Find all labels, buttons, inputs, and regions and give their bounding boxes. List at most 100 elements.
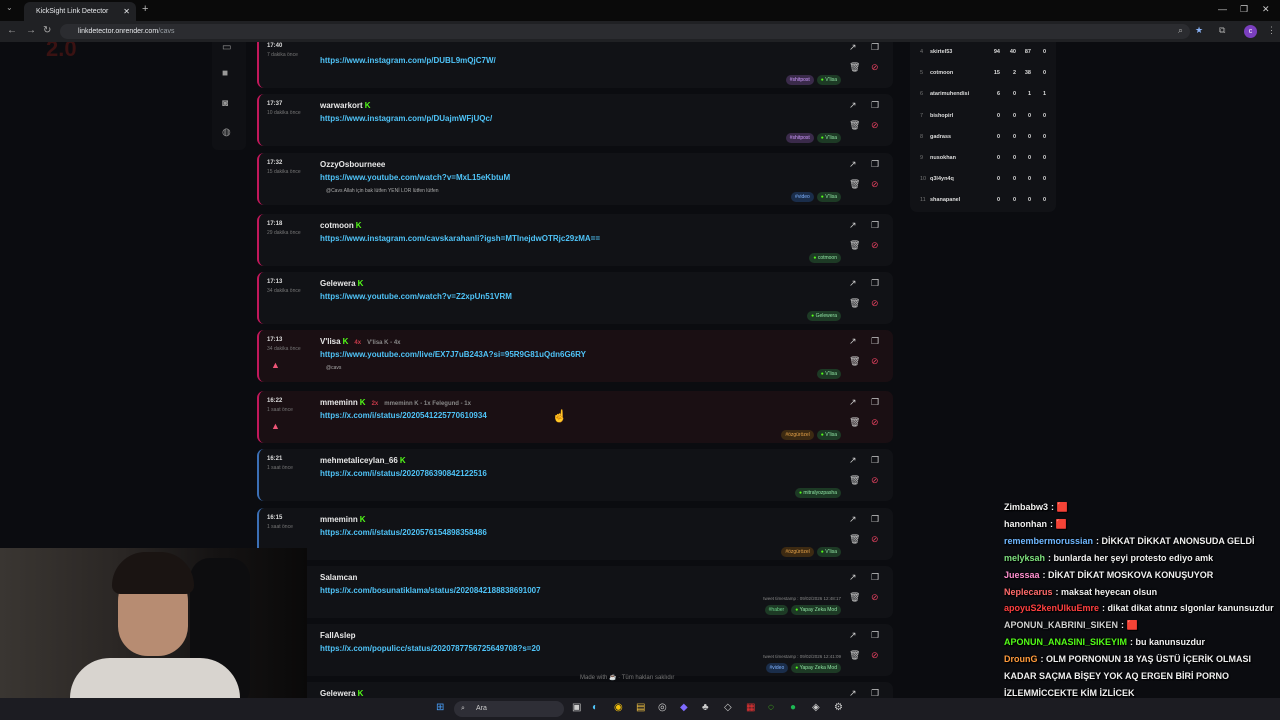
shared-link[interactable]: https://x.com/i/status/20205761548983584… <box>320 528 487 537</box>
card-username[interactable]: Salamcan <box>320 573 357 582</box>
copy-icon[interactable]: ❐ <box>871 336 879 347</box>
forward-icon[interactable]: → <box>26 25 36 36</box>
card-username[interactable]: warwarkort K <box>320 101 370 110</box>
taskbar-search[interactable]: ⌕ Ara <box>454 701 564 717</box>
discord-icon[interactable]: ◆ <box>680 702 688 713</box>
block-icon[interactable]: ⊘ <box>871 298 879 309</box>
shared-link[interactable]: https://www.youtube.com/watch?v=Z2xpUn51… <box>320 292 512 301</box>
shared-link[interactable]: https://www.youtube.com/watch?v=MxL15eKb… <box>320 173 510 182</box>
windows-icon[interactable]: ⊞ <box>436 702 444 713</box>
menu-icon[interactable]: ⋮ <box>1267 25 1276 36</box>
card-username[interactable]: FallAslep <box>320 631 356 640</box>
delete-icon[interactable]: 🗑 <box>849 534 860 545</box>
block-icon[interactable]: ⊘ <box>871 417 879 428</box>
shared-link[interactable]: https://x.com/bosunatiklama/status/20208… <box>320 586 541 595</box>
spotify-icon[interactable]: ● <box>790 702 796 713</box>
copy-icon[interactable]: ❐ <box>871 220 879 231</box>
extensions-icon[interactable]: ⧉ <box>1219 25 1225 36</box>
card-username[interactable]: cotmoon K <box>320 221 362 230</box>
edge-icon[interactable]: ◐ <box>592 702 598 713</box>
delete-icon[interactable]: 🗑 <box>849 120 860 131</box>
copy-icon[interactable]: ❐ <box>871 514 879 525</box>
delete-icon[interactable]: 🗑 <box>849 356 860 367</box>
copy-icon[interactable]: ❐ <box>871 688 879 698</box>
open-link-icon[interactable]: ↗ <box>849 336 857 347</box>
minimize-icon[interactable]: — <box>1218 4 1227 14</box>
open-link-icon[interactable]: ↗ <box>849 397 857 408</box>
open-link-icon[interactable]: ↗ <box>849 42 857 53</box>
copy-icon[interactable]: ❐ <box>871 42 879 53</box>
open-link-icon[interactable]: ↗ <box>849 688 857 698</box>
delete-icon[interactable]: 🗑 <box>849 475 860 486</box>
close-window-icon[interactable]: ✕ <box>1262 4 1270 15</box>
new-tab-button[interactable]: + <box>142 3 148 15</box>
copy-icon[interactable]: ❐ <box>871 159 879 170</box>
card-username[interactable]: mmeminn K <box>320 515 366 524</box>
shared-link[interactable]: https://x.com/populicc/status/2020787756… <box>320 644 540 653</box>
block-icon[interactable]: ⊘ <box>871 356 879 367</box>
card-username[interactable]: V'lisa K 4x V'lisa K - 4x <box>320 337 401 346</box>
card-username[interactable]: Gelewera K <box>320 279 363 288</box>
back-icon[interactable]: ← <box>7 25 17 36</box>
block-icon[interactable]: ⊘ <box>871 650 879 661</box>
shared-link[interactable]: https://www.instagram.com/p/DUBL9mQjC7W/ <box>320 56 496 65</box>
app-icon-6[interactable]: ⚙ <box>834 702 843 713</box>
sidebar-icon-top[interactable]: ▭ <box>222 42 231 53</box>
close-tab-icon[interactable]: ✕ <box>123 2 130 21</box>
copy-icon[interactable]: ❐ <box>871 630 879 641</box>
card-username[interactable]: mmeminn K 2x mmeminn K - 1x Felegund - 1x <box>320 398 471 407</box>
chrome-icon[interactable]: ◉ <box>614 702 623 713</box>
delete-icon[interactable]: 🗑 <box>849 62 860 73</box>
delete-icon[interactable]: 🗑 <box>849 417 860 428</box>
block-icon[interactable]: ⊘ <box>871 534 879 545</box>
folder-icon[interactable]: ▤ <box>636 702 645 713</box>
url-field[interactable]: linkdetector.onrender.com/cavs <box>60 24 1190 39</box>
tab-search-icon[interactable]: ⌄ <box>6 3 13 12</box>
open-link-icon[interactable]: ↗ <box>849 220 857 231</box>
kick-app-icon[interactable]: ◌ <box>768 702 774 713</box>
copy-icon[interactable]: ❐ <box>871 572 879 583</box>
shared-link[interactable]: https://x.com/i/status/20207863908421225… <box>320 469 487 478</box>
delete-icon[interactable]: 🗑 <box>849 592 860 603</box>
open-link-icon[interactable]: ↗ <box>849 278 857 289</box>
shared-link[interactable]: https://www.instagram.com/p/DUajmWFjUQc/ <box>320 114 492 123</box>
block-icon[interactable]: ⊘ <box>871 592 879 603</box>
open-link-icon[interactable]: ↗ <box>849 100 857 111</box>
task-view-icon[interactable]: ▣ <box>572 702 581 713</box>
video-icon[interactable]: ■ <box>222 68 228 79</box>
shared-link[interactable]: https://www.youtube.com/live/EX7J7uB243A… <box>320 350 586 359</box>
profile-avatar[interactable]: c <box>1244 25 1257 38</box>
delete-icon[interactable]: 🗑 <box>849 179 860 190</box>
block-icon[interactable]: ⊘ <box>871 475 879 486</box>
card-username[interactable]: OzzyOsbourneee <box>320 160 385 169</box>
open-link-icon[interactable]: ↗ <box>849 514 857 525</box>
maximize-icon[interactable]: ❐ <box>1240 4 1248 15</box>
open-link-icon[interactable]: ↗ <box>849 455 857 466</box>
bookmark-star-icon[interactable]: ★ <box>1195 25 1203 36</box>
delete-icon[interactable]: 🗑 <box>849 240 860 251</box>
copy-icon[interactable]: ❐ <box>871 278 879 289</box>
block-icon[interactable]: ⊘ <box>871 62 879 73</box>
reload-icon[interactable]: ↻ <box>43 25 51 36</box>
open-link-icon[interactable]: ↗ <box>849 159 857 170</box>
card-username[interactable]: Gelewera K <box>320 689 363 698</box>
shared-link[interactable]: https://www.instagram.com/cavskarahanli?… <box>320 234 600 243</box>
open-link-icon[interactable]: ↗ <box>849 630 857 641</box>
app-icon-5[interactable]: ◈ <box>812 702 820 713</box>
app-icon-4[interactable]: ▦ <box>746 702 755 713</box>
camera-icon[interactable]: ◙ <box>222 98 228 109</box>
copy-icon[interactable]: ❐ <box>871 455 879 466</box>
app-icon-1[interactable]: ◎ <box>658 702 667 713</box>
browser-tab[interactable]: KickSight Link Detector ✕ <box>24 2 136 21</box>
app-icon-2[interactable]: ♣ <box>702 702 709 713</box>
shared-link[interactable]: https://x.com/i/status/20205412257706109… <box>320 411 487 420</box>
card-username[interactable]: mehmetaliceylan_66 K <box>320 456 406 465</box>
open-link-icon[interactable]: ↗ <box>849 572 857 583</box>
delete-icon[interactable]: 🗑 <box>849 298 860 309</box>
block-icon[interactable]: ⊘ <box>871 240 879 251</box>
delete-icon[interactable]: 🗑 <box>849 650 860 661</box>
zoom-icon[interactable]: ⌕ <box>1178 25 1183 36</box>
block-icon[interactable]: ⊘ <box>871 120 879 131</box>
app-icon-3[interactable]: ◇ <box>724 702 732 713</box>
globe-icon[interactable]: ◍ <box>222 127 231 138</box>
